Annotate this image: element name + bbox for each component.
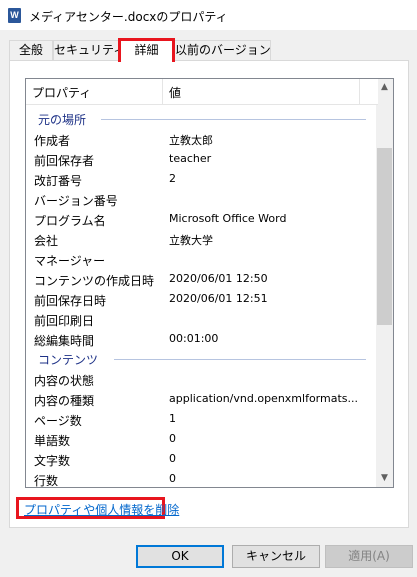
group-header-content: コンテンツ	[26, 349, 378, 369]
column-separator[interactable]	[162, 79, 163, 104]
list-item[interactable]: 前回印刷日	[26, 309, 378, 329]
group-title: 元の場所	[38, 113, 87, 127]
tab-details[interactable]: 詳細	[118, 38, 175, 62]
list-item[interactable]: プログラム名 Microsoft Office Word	[26, 209, 378, 229]
list-item[interactable]: マネージャー	[26, 249, 378, 269]
property-name: 文字数	[34, 454, 71, 468]
list-item[interactable]: 改訂番号 2	[26, 169, 378, 189]
property-name: 作成者	[34, 134, 71, 148]
list-item[interactable]: 総編集時間 00:01:00	[26, 329, 378, 349]
list-item[interactable]: 単語数 0	[26, 429, 378, 449]
column-separator[interactable]	[359, 79, 360, 104]
highlight-box: プロパティや個人情報を削除	[16, 497, 179, 519]
list-item[interactable]: 作成者 立教太郎	[26, 129, 378, 149]
property-value: application/vnd.openxmlformats...	[169, 392, 358, 405]
property-value: teacher	[169, 152, 212, 165]
property-name: 会社	[34, 234, 59, 248]
list-header: プロパティ 値	[26, 79, 378, 105]
remove-properties-link[interactable]: プロパティや個人情報を削除	[24, 501, 179, 518]
property-value: 2020/06/01 12:50	[169, 272, 268, 285]
property-name: 前回保存者	[34, 154, 95, 168]
scroll-up-arrow-icon[interactable]: ▲	[376, 79, 393, 96]
scroll-down-arrow-icon[interactable]: ▼	[376, 470, 393, 487]
property-value: 00:01:00	[169, 332, 219, 345]
property-list[interactable]: 説明 元の場所 作成者 立教太郎 前回保存者 teacher 改訂番号 2 バー…	[25, 78, 394, 488]
property-value: 1	[169, 412, 176, 425]
list-item[interactable]: 会社 立教大学	[26, 229, 378, 249]
list-item[interactable]: コンテンツの作成日時 2020/06/01 12:50	[26, 269, 378, 289]
property-value: 2020/06/01 12:51	[169, 292, 268, 305]
window-title: メディアセンター.docxのプロパティ	[29, 10, 228, 24]
property-value: 0	[169, 432, 176, 445]
title-bar: W メディアセンター.docxのプロパティ	[0, 0, 417, 30]
word-document-icon: W	[8, 8, 21, 23]
property-name: マネージャー	[34, 254, 106, 268]
property-rows: 説明 元の場所 作成者 立教太郎 前回保存者 teacher 改訂番号 2 バー…	[26, 96, 378, 488]
list-item[interactable]: 内容の状態	[26, 369, 378, 389]
property-name: 前回保存日時	[34, 294, 107, 308]
property-value: 立教大学	[169, 234, 213, 247]
property-name: 内容の種類	[34, 394, 95, 408]
list-item[interactable]: 文字数 0	[26, 449, 378, 469]
property-name: 内容の状態	[34, 374, 95, 388]
list-item[interactable]: 行数 0	[26, 469, 378, 488]
group-divider	[101, 119, 366, 120]
property-name: 改訂番号	[34, 174, 83, 188]
property-name: コンテンツの作成日時	[34, 274, 155, 288]
list-item[interactable]: 内容の種類 application/vnd.openxmlformats...	[26, 389, 378, 409]
scrollbar-thumb[interactable]	[377, 148, 392, 325]
property-name: 行数	[34, 474, 59, 488]
property-value: 立教太郎	[169, 134, 213, 147]
tab-strip: 全般 セキュリティ 詳細 以前のバージョン	[9, 38, 409, 62]
column-header-property[interactable]: プロパティ	[32, 84, 91, 101]
list-item[interactable]: バージョン番号	[26, 189, 378, 209]
tab-previous-versions[interactable]: 以前のバージョン	[174, 40, 271, 61]
property-value: 0	[169, 472, 176, 485]
tab-general[interactable]: 全般	[9, 40, 53, 61]
property-name: プログラム名	[34, 214, 106, 228]
apply-button[interactable]: 適用(A)	[325, 545, 413, 568]
tab-security[interactable]: セキュリティ	[53, 40, 125, 61]
ok-button[interactable]: OK	[136, 545, 224, 568]
list-item[interactable]: 前回保存日時 2020/06/01 12:51	[26, 289, 378, 309]
property-name: 単語数	[34, 434, 71, 448]
vertical-scrollbar[interactable]: ▲ ▼	[376, 79, 393, 487]
list-item[interactable]: ページ数 1	[26, 409, 378, 429]
cancel-button[interactable]: キャンセル	[232, 545, 320, 568]
group-divider	[114, 359, 366, 360]
list-item[interactable]: 前回保存者 teacher	[26, 149, 378, 169]
group-header-origin: 元の場所	[26, 109, 378, 129]
property-name: 前回印刷日	[34, 314, 95, 328]
details-panel: 説明 元の場所 作成者 立教太郎 前回保存者 teacher 改訂番号 2 バー…	[9, 60, 409, 528]
property-value: 0	[169, 452, 176, 465]
property-name: 総編集時間	[34, 334, 95, 348]
property-value: 2	[169, 172, 176, 185]
property-name: ページ数	[34, 414, 82, 428]
group-title: コンテンツ	[38, 353, 99, 367]
column-header-value[interactable]: 値	[169, 84, 181, 101]
property-name: バージョン番号	[34, 194, 118, 208]
property-value: Microsoft Office Word	[169, 212, 287, 225]
